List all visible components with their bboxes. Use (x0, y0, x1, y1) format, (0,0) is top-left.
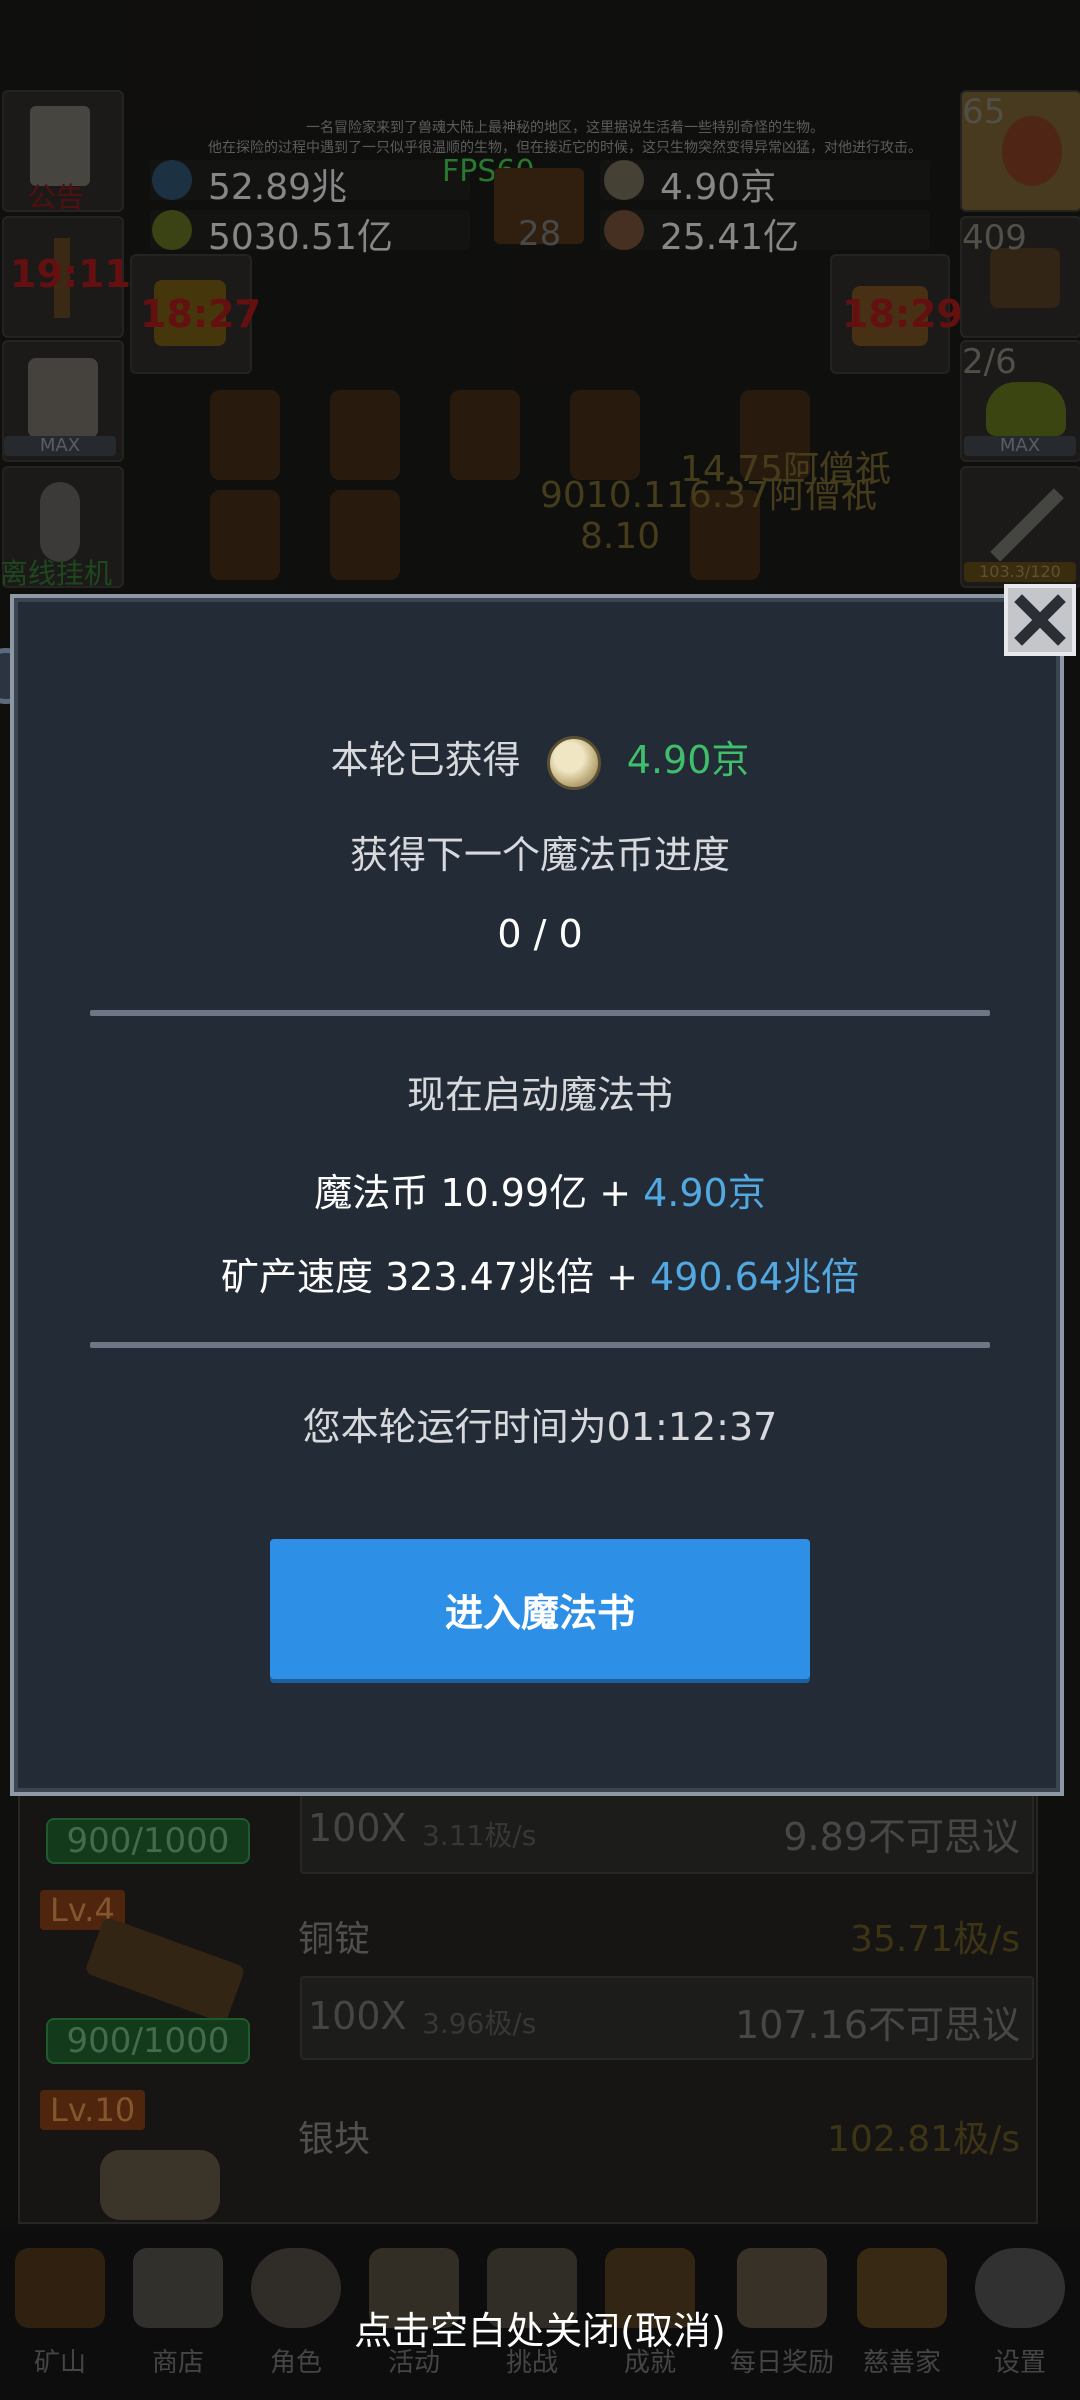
close-hint[interactable]: 点击空白处关闭(取消) (0, 2300, 1080, 2355)
speed-row: 矿产速度 323.47兆倍 + 490.64兆倍 (0, 1246, 1080, 1301)
close-icon (1014, 594, 1066, 646)
coins-row: 魔法币 10.99亿 + 4.90京 (0, 1162, 1080, 1217)
speed-label: 矿产速度 323.47兆倍 + (220, 1255, 651, 1299)
progress-label: 获得下一个魔法币进度 (349, 833, 730, 877)
magic-coin-icon (546, 735, 601, 790)
divider (90, 1342, 990, 1348)
enter-magic-book-button[interactable]: 进入魔法书 (270, 1539, 810, 1679)
earned-value: 4.90京 (626, 738, 750, 782)
earned-row: 本轮已获得 4.90京 (0, 730, 1080, 790)
divider (90, 1010, 990, 1016)
progress-value: 0 / 0 (497, 912, 583, 956)
earned-label: 本轮已获得 (330, 738, 521, 782)
speed-bonus: 490.64兆倍 (650, 1255, 859, 1299)
runtime-text: 您本轮运行时间为01:12:37 (302, 1405, 778, 1449)
coins-bonus: 4.90京 (643, 1171, 766, 1215)
start-label: 现在启动魔法书 (406, 1073, 673, 1117)
coins-label: 魔法币 10.99亿 + (314, 1171, 644, 1215)
close-button[interactable] (1004, 584, 1076, 656)
